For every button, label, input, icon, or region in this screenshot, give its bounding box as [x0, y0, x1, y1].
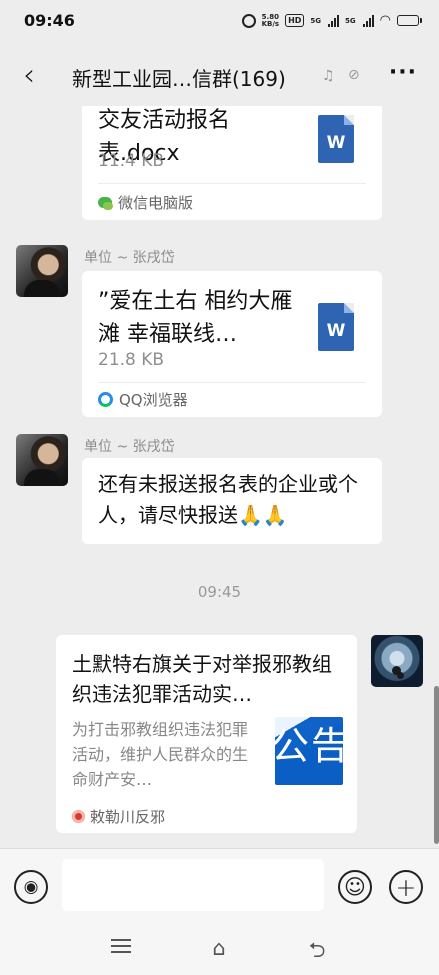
file-source-label: 微信电脑版: [118, 194, 194, 212]
chat-messages[interactable]: 交友活动报名表.docx 11.4 KB W 微信电脑版 单位 ~ 张戌岱 ”爱…: [0, 106, 439, 848]
article-card[interactable]: 土默特右旗关于对举报邪教组织违法犯罪活动实… 为打击邪教组织违法犯罪活动，维护人…: [56, 635, 357, 833]
article-description: 为打击邪教组织违法犯罪活动，维护人民群众的生命财产安…: [72, 720, 249, 789]
input-bar: ◉ ☺ +: [0, 848, 439, 924]
emoji-button[interactable]: ☺: [338, 870, 372, 904]
file-message-1[interactable]: 交友活动报名表.docx 11.4 KB W 微信电脑版: [82, 106, 382, 220]
word-doc-icon: W: [318, 115, 354, 163]
file-source: 微信电脑版: [98, 192, 193, 213]
network-type-2: 5G: [345, 16, 356, 25]
bell-off-icon: ♫: [322, 68, 335, 84]
wifi-icon: ◠: [379, 13, 391, 28]
file-name: ”爱在土右 相约大雁滩 幸福联线…: [98, 289, 293, 347]
word-doc-badge: W: [326, 133, 346, 153]
message-input[interactable]: [62, 859, 324, 911]
my-avatar[interactable]: [371, 635, 423, 687]
home-button[interactable]: ⌂: [207, 936, 231, 960]
plus-button[interactable]: +: [389, 870, 423, 904]
voice-icon: ◉: [23, 877, 39, 897]
divider: [98, 183, 366, 184]
message-time: 09:45: [197, 583, 242, 601]
file-size: 11.4 KB: [98, 151, 165, 171]
back-button[interactable]: ‹: [14, 57, 44, 93]
system-back-button[interactable]: ⮌: [306, 936, 328, 962]
network-speed-unit: KB/s: [261, 19, 280, 28]
more-button[interactable]: ···: [389, 60, 417, 85]
text-message[interactable]: 还有未报送报名表的企业或个人，请尽快报送🙏🙏: [82, 458, 382, 544]
plus-icon: +: [395, 872, 417, 902]
recents-button[interactable]: [111, 939, 131, 954]
file-source-label: QQ浏览器: [119, 391, 188, 409]
network-type-1: 5G: [310, 16, 322, 25]
article-thumbnail-text: 公告: [275, 724, 343, 768]
hd-voice-icon: HD: [285, 14, 305, 27]
article-thumbnail: 公告: [275, 717, 343, 785]
file-message-2[interactable]: ”爱在土右 相约大雁滩 幸福联线… 21.8 KB W QQ浏览器: [82, 271, 382, 417]
status-time: 09:46: [24, 11, 75, 30]
article-title: 土默特右旗关于对举报邪教组织违法犯罪活动实…: [72, 652, 332, 706]
lock-icon: ⊘: [348, 67, 360, 83]
sender-name: 单位 ~ 张戌岱: [84, 439, 175, 455]
chevron-left-icon: ‹: [23, 57, 35, 93]
word-doc-icon: W: [318, 303, 354, 351]
voice-button[interactable]: ◉: [14, 870, 48, 904]
alarm-icon: [241, 13, 256, 28]
chat-scrollbar[interactable]: [434, 686, 439, 844]
emoji-icon: ☺: [344, 875, 366, 899]
word-doc-badge: W: [326, 321, 346, 341]
official-account-icon: [72, 810, 85, 823]
status-icons: 5.80 KB/s HD 5G 5G ◠: [241, 13, 422, 28]
qq-browser-icon: [98, 392, 113, 407]
divider: [98, 382, 366, 383]
article-source: 敕勒川反邪: [72, 806, 165, 827]
sender-name: 单位 ~ 张戌岱: [84, 250, 175, 266]
network-speed: 5.80 KB/s: [261, 13, 280, 28]
group-title[interactable]: 新型工业园…信群(169): [72, 63, 332, 92]
file-size: 21.8 KB: [98, 350, 165, 370]
avatar[interactable]: [16, 434, 68, 486]
signal-icon-2: [362, 14, 374, 27]
battery-icon: [397, 15, 422, 26]
system-nav-bar: ⌂ ⮌: [0, 924, 439, 975]
article-source-label: 敕勒川反邪: [90, 808, 166, 826]
avatar[interactable]: [16, 245, 68, 297]
signal-icon-1: [328, 14, 340, 27]
wechat-pc-icon: [98, 197, 113, 210]
chat-header: ‹ 新型工业园…信群(169) ♫ ⊘ ···: [0, 44, 439, 106]
back-icon: ⮌: [308, 938, 326, 962]
file-source: QQ浏览器: [98, 389, 188, 410]
status-bar: 09:46 5.80 KB/s HD 5G 5G ◠: [0, 0, 439, 44]
home-icon: ⌂: [212, 936, 226, 960]
